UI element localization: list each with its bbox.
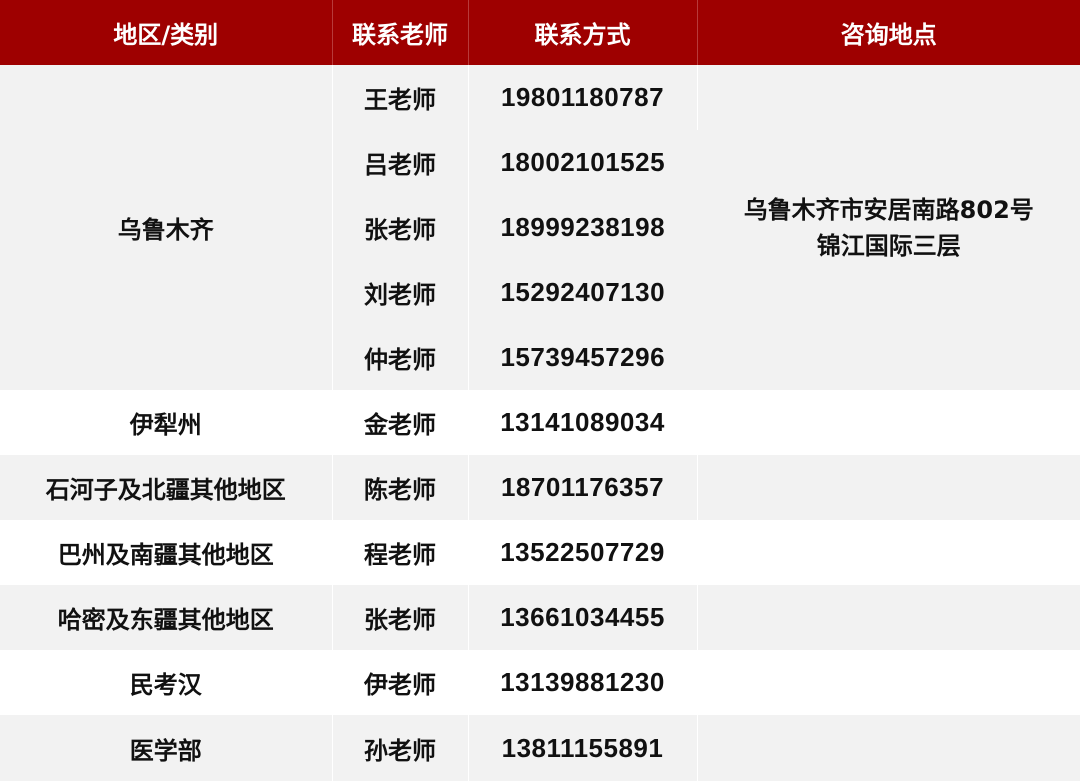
phone-cell: 18701176357 xyxy=(468,455,698,520)
address-cell xyxy=(697,650,1080,715)
teacher-cell: 张老师 xyxy=(332,585,469,650)
region-cell: 民考汉 xyxy=(0,650,333,715)
phone-cell: 13522507729 xyxy=(468,520,698,585)
header-address: 咨询地点 xyxy=(697,0,1080,65)
address-cell xyxy=(697,390,1080,455)
teacher-cell: 张老师 xyxy=(332,195,469,260)
header-phone: 联系方式 xyxy=(468,0,698,65)
region-cell: 巴州及南疆其他地区 xyxy=(0,520,333,585)
address-cell xyxy=(697,520,1080,585)
address-line-1: 乌鲁木齐市安居南路802号 xyxy=(743,195,1034,224)
teacher-cell: 金老师 xyxy=(332,390,469,455)
region-cell: 伊犁州 xyxy=(0,390,333,455)
phone-cell: 18999238198 xyxy=(468,195,697,260)
phone-cell: 15292407130 xyxy=(468,260,697,325)
table-row: 石河子及北疆其他地区 陈老师 18701176357 xyxy=(0,455,1080,520)
address-line-2: 锦江国际三层 xyxy=(816,231,961,260)
table-row: 巴州及南疆其他地区 程老师 13522507729 xyxy=(0,520,1080,585)
teacher-cell: 仲老师 xyxy=(332,325,469,390)
address-cell xyxy=(697,715,1080,781)
phone-cell: 13141089034 xyxy=(468,390,698,455)
teacher-cell: 王老师 xyxy=(332,65,469,130)
teacher-cell: 程老师 xyxy=(332,520,469,585)
region-cell: 医学部 xyxy=(0,715,333,781)
teacher-cell: 吕老师 xyxy=(332,130,469,195)
address-cell xyxy=(697,585,1080,650)
teacher-cell: 陈老师 xyxy=(332,455,469,520)
teacher-cell: 孙老师 xyxy=(332,715,469,781)
teacher-cell: 刘老师 xyxy=(332,260,469,325)
phone-cell: 13139881230 xyxy=(468,650,698,715)
table-row: 民考汉 伊老师 13139881230 xyxy=(0,650,1080,715)
teacher-cell: 伊老师 xyxy=(332,650,469,715)
phone-cell: 15739457296 xyxy=(468,325,697,390)
address-cell: 乌鲁木齐市安居南路802号 锦江国际三层 xyxy=(697,65,1080,390)
header-region: 地区/类别 xyxy=(0,0,333,65)
header-teacher: 联系老师 xyxy=(332,0,469,65)
table-header-row: 地区/类别 联系老师 联系方式 咨询地点 xyxy=(0,0,1080,65)
contact-table: 地区/类别 联系老师 联系方式 咨询地点 乌鲁木齐 王老师 1980118078… xyxy=(0,0,1080,781)
region-cell: 哈密及东疆其他地区 xyxy=(0,585,333,650)
phone-cell: 13811155891 xyxy=(468,715,698,781)
phone-cell: 13661034455 xyxy=(468,585,698,650)
table-row: 哈密及东疆其他地区 张老师 13661034455 xyxy=(0,585,1080,650)
region-cell: 石河子及北疆其他地区 xyxy=(0,455,333,520)
region-cell: 乌鲁木齐 xyxy=(0,65,333,390)
phone-cell: 19801180787 xyxy=(468,65,698,130)
address-cell xyxy=(697,455,1080,520)
phone-cell: 18002101525 xyxy=(468,130,697,195)
table-row: 伊犁州 金老师 13141089034 xyxy=(0,390,1080,455)
table-row: 医学部 孙老师 13811155891 xyxy=(0,715,1080,781)
table-row: 乌鲁木齐 王老师 19801180787 乌鲁木齐市安居南路802号 锦江国际三… xyxy=(0,65,1080,390)
